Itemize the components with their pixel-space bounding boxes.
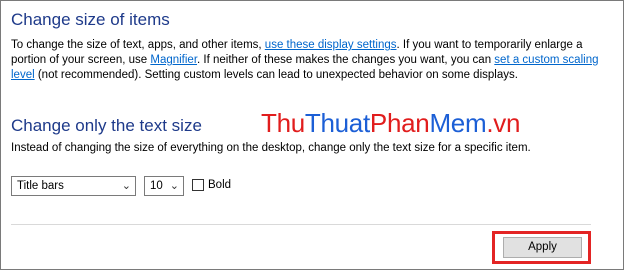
divider [11, 224, 591, 225]
bold-checkbox-label: Bold [208, 179, 232, 191]
chevron-down-icon: ⌄ [169, 180, 179, 192]
change-size-description: To change the size of text, apps, and ot… [11, 38, 611, 83]
display-settings-link[interactable]: use these display settings [265, 39, 397, 51]
description-text-1: To change the size of text, apps, and ot… [11, 39, 265, 51]
section-title-change-size: Change size of items [11, 10, 170, 29]
bold-checkbox[interactable] [192, 179, 204, 191]
section-title-text-size: Change only the text size [11, 116, 202, 135]
text-size-description: Instead of changing the size of everythi… [11, 142, 531, 154]
size-select[interactable]: 10 ⌄ [144, 176, 184, 196]
item-select-value: Title bars [17, 180, 64, 192]
description-text-4: (not recommended). Setting custom levels… [34, 69, 518, 81]
magnifier-link[interactable]: Magnifier [150, 54, 197, 66]
size-select-value: 10 [150, 180, 163, 192]
description-text-3: . If neither of these makes the changes … [197, 54, 495, 66]
item-select[interactable]: Title bars ⌄ [11, 176, 136, 196]
apply-button[interactable]: Apply [503, 237, 582, 258]
chevron-down-icon: ⌄ [121, 180, 131, 192]
watermark-logo: ThuThuatPhanMem.vn [261, 108, 521, 138]
